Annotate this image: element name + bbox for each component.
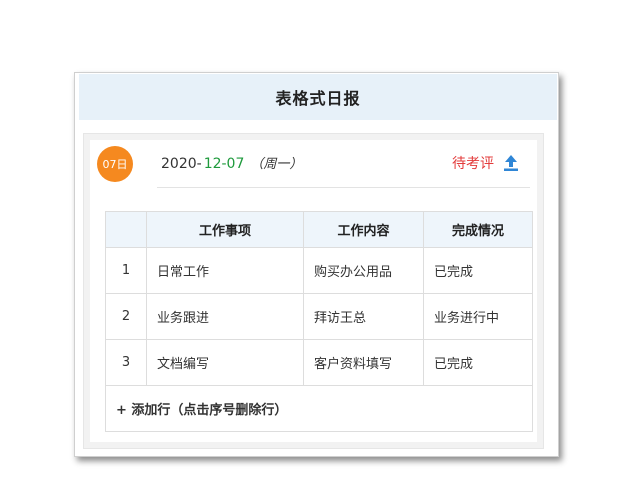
date-month-day: 12-07 bbox=[203, 156, 245, 172]
add-row-button[interactable]: + 添加行（点击序号删除行） bbox=[105, 385, 533, 432]
row-item-cell[interactable]: 文档编写 bbox=[146, 339, 304, 386]
divider bbox=[157, 187, 530, 188]
table-header-row: 工作事项 工作内容 完成情况 bbox=[105, 211, 533, 248]
column-header-content: 工作内容 bbox=[303, 211, 424, 248]
row-index-button[interactable]: 3 bbox=[105, 339, 147, 386]
upload-icon[interactable] bbox=[502, 154, 520, 172]
row-index-button[interactable]: 1 bbox=[105, 247, 147, 294]
table-row: 1 日常工作 购买办公用品 已完成 bbox=[105, 247, 533, 294]
row-status-cell[interactable]: 已完成 bbox=[423, 247, 533, 294]
report-table: 工作事项 工作内容 完成情况 1 日常工作 购买办公用品 已完成 2 业务跟进 … bbox=[105, 211, 533, 432]
row-content-cell[interactable]: 购买办公用品 bbox=[303, 247, 424, 294]
add-row: + 添加行（点击序号删除行） bbox=[105, 385, 533, 432]
row-status-cell[interactable]: 业务进行中 bbox=[423, 293, 533, 340]
row-index-button[interactable]: 2 bbox=[105, 293, 147, 340]
pending-review-link[interactable]: 待考评 bbox=[452, 153, 494, 173]
table-row: 2 业务跟进 拜访王总 业务进行中 bbox=[105, 293, 533, 340]
page-title: 表格式日报 bbox=[275, 89, 361, 108]
column-header-item: 工作事项 bbox=[146, 211, 304, 248]
row-content-cell[interactable]: 拜访王总 bbox=[303, 293, 424, 340]
daily-report-card: 表格式日报 07日 2020- 12-07 （周一） 待考评 工作事项 工作内容… bbox=[74, 72, 559, 457]
table-row: 3 文档编写 客户资料填写 已完成 bbox=[105, 339, 533, 386]
column-header-index bbox=[105, 211, 147, 248]
row-status-cell[interactable]: 已完成 bbox=[423, 339, 533, 386]
row-content-cell[interactable]: 客户资料填写 bbox=[303, 339, 424, 386]
report-date: 2020- 12-07 （周一） bbox=[161, 153, 302, 172]
card-header: 表格式日报 bbox=[79, 74, 557, 120]
date-year: 2020- bbox=[161, 156, 202, 172]
row-item-cell[interactable]: 日常工作 bbox=[146, 247, 304, 294]
date-weekday: （周一） bbox=[250, 157, 303, 172]
row-item-cell[interactable]: 业务跟进 bbox=[146, 293, 304, 340]
column-header-status: 完成情况 bbox=[423, 211, 533, 248]
day-badge: 07日 bbox=[97, 146, 133, 182]
